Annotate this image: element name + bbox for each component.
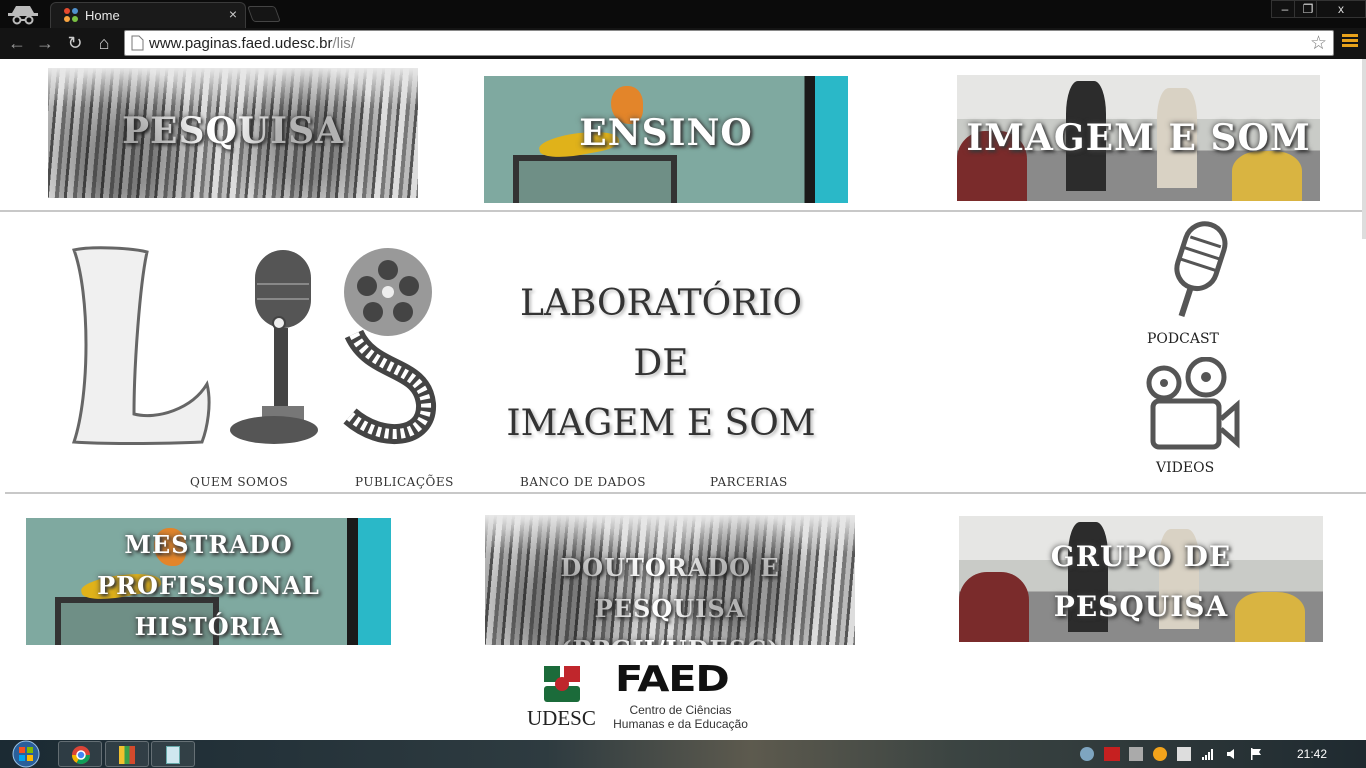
card-mestrado-line-1: MESTRADO (124, 530, 293, 559)
taskbar-chrome[interactable] (58, 741, 102, 767)
microphone-icon (230, 250, 318, 444)
faed-logo[interactable]: FAED Centro de Ciências Humanas e da Edu… (608, 659, 753, 734)
back-icon[interactable]: ← (6, 32, 28, 54)
faed-subtitle-line-1: Centro de Ciências (629, 703, 732, 717)
card-pesquisa[interactable]: PESQUISA (48, 68, 418, 198)
home-icon[interactable]: ⌂ (93, 32, 115, 54)
video-camera-icon[interactable] (1145, 357, 1241, 451)
joomla-favicon-icon (64, 8, 78, 22)
taskbar: 21:42 (0, 740, 1366, 768)
card-grupo-de-pesquisa[interactable]: GRUPO DE PESQUISA (959, 516, 1323, 642)
faed-subtitle-line-2: Humanas e da Educação (613, 717, 748, 731)
card-doutorado[interactable]: DOUTORADO E PESQUISA (PPGH/UDESC) (485, 515, 855, 645)
card-imagem-e-som-label: IMAGEM E SOM (966, 117, 1311, 159)
title-line-3: IMAGEM E SOM (506, 403, 816, 444)
divider (5, 492, 1366, 494)
taskbar-clock[interactable]: 21:42 (1297, 747, 1327, 761)
udesc-text: UDESC (527, 706, 596, 730)
card-doutorado-label: DOUTORADO E PESQUISA (PPGH/UDESC) (485, 547, 855, 645)
nav-banco-de-dados[interactable]: BANCO DE DADOS (520, 475, 646, 489)
card-imagem-e-som[interactable]: IMAGEM E SOM (957, 75, 1320, 201)
udesc-emblem-icon (544, 666, 580, 702)
title-line-1: LABORATÓRIO (519, 283, 803, 324)
action-center-flag-icon[interactable] (1249, 747, 1263, 761)
film-reel-icon (343, 248, 436, 445)
podcast-link[interactable]: PODCAST (1147, 331, 1219, 347)
faed-wordmark: FAED (615, 659, 730, 700)
incognito-icon (8, 6, 38, 25)
lab-title: LABORATÓRIO DE IMAGEM E SOM (505, 274, 817, 454)
nav-quem-somos[interactable]: QUEM SOMOS (190, 475, 288, 489)
card-ensino[interactable]: ENSINO (484, 76, 848, 203)
lis-logo (71, 246, 436, 445)
tab-home[interactable]: Home × (50, 2, 246, 28)
videos-link[interactable]: VIDEOS (1156, 460, 1214, 476)
letter-l-icon (71, 246, 211, 445)
page-icon (131, 35, 144, 51)
faed-subtitle: Centro de Ciências Humanas e da Educação (608, 703, 753, 731)
card-ensino-label: ENSINO (579, 112, 753, 154)
scrollbar[interactable] (1362, 59, 1366, 239)
nav-parcerias[interactable]: PARCERIAS (710, 475, 788, 489)
forward-icon[interactable]: → (34, 32, 56, 54)
tab-close-icon[interactable]: × (229, 6, 237, 22)
chalkboard-image (513, 154, 677, 203)
nav-publicacoes[interactable]: PUBLICAÇÕES (355, 475, 454, 489)
taskbar-notepad[interactable] (151, 741, 195, 767)
card-mestrado-line-3: HISTÓRIA (134, 612, 283, 641)
card-mestrado-label: MESTRADO PROFISSIONAL HISTÓRIA (26, 524, 391, 645)
device-icon[interactable] (1177, 747, 1191, 761)
card-grupo-line-1: GRUPO DE (1050, 540, 1232, 573)
notepad-icon (166, 746, 180, 764)
volume-icon[interactable] (1225, 747, 1239, 761)
title-line-2: DE (633, 343, 689, 384)
browser-menu-icon[interactable] (1342, 34, 1358, 52)
page-content: PESQUISA ENSINO IMAGEM E SOM LABORATÓRIO… (0, 59, 1366, 740)
card-pesquisa-label: PESQUISA (121, 110, 345, 152)
card-mestrado-line-2: PROFISSIONAL (97, 571, 320, 600)
windows-start-icon[interactable] (6, 740, 46, 768)
browser-toolbar: ← → ↻ ⌂ www.paginas.faed.udesc.br/lis/ ☆ (0, 28, 1366, 59)
app-icon (119, 746, 135, 764)
signal-icon[interactable] (1201, 747, 1215, 761)
reload-icon[interactable]: ↻ (64, 32, 86, 54)
new-tab-button[interactable] (247, 6, 281, 22)
network-drive-icon[interactable] (1129, 747, 1143, 761)
ati-icon[interactable] (1104, 747, 1120, 761)
browser-titlebar: Home × – ❐ x (0, 0, 1366, 28)
podcast-microphone-icon[interactable] (1160, 219, 1240, 325)
card-grupo-label: GRUPO DE PESQUISA (959, 532, 1323, 632)
udesc-logo[interactable]: UDESC (527, 664, 597, 730)
update-icon[interactable] (1153, 747, 1167, 761)
steam-icon[interactable] (1080, 747, 1094, 761)
chrome-icon (72, 746, 90, 765)
bookmark-star-icon[interactable]: ☆ (1310, 32, 1327, 55)
url-text: www.paginas.faed.udesc.br/lis/ (149, 35, 355, 52)
address-bar[interactable]: www.paginas.faed.udesc.br/lis/ ☆ (124, 30, 1334, 56)
taskbar-app[interactable] (105, 741, 149, 767)
close-window-button[interactable]: x (1316, 0, 1366, 18)
card-mestrado[interactable]: MESTRADO PROFISSIONAL HISTÓRIA (26, 518, 391, 645)
tab-title: Home (85, 8, 120, 23)
card-grupo-line-2: PESQUISA (1053, 590, 1229, 623)
card-doutorado-line-2: (PPGH/UDESC) (485, 629, 855, 645)
divider (0, 210, 1362, 212)
card-doutorado-line-1: DOUTORADO E PESQUISA (560, 553, 780, 623)
